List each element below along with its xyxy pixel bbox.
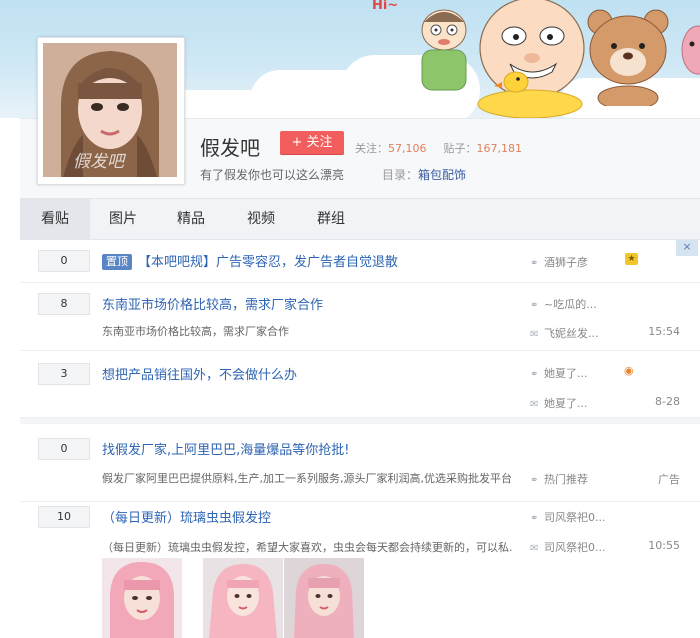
user-icon: ⚭ [530, 258, 539, 269]
last-reply-time: 15:54 [648, 325, 680, 338]
thread-row[interactable]: 0 置顶 【本吧吧规】广告零容忍，发广告者自觉退散 ⚭ 酒狮子彦 ★ [20, 239, 700, 283]
reply-count: 0 [38, 438, 90, 460]
reply-icon: ✉ [530, 543, 539, 554]
thread-author[interactable]: ⚭ 司风祭祀0... [530, 509, 606, 525]
forum-slogan: 有了假发你也可以这么漂亮 [200, 168, 345, 182]
tab-images[interactable]: 图片 [90, 199, 156, 239]
thread-title[interactable]: 想把产品销往国外，不会做什么办 [102, 364, 297, 383]
catalog-link[interactable]: 箱包配饰 [418, 168, 466, 182]
reply-count: 8 [38, 293, 90, 315]
follow-count-label: 关注： [355, 142, 388, 155]
forum-nav-tabs: 看贴 图片 精品 视频 群组 [20, 198, 700, 240]
last-reply-time: 10:55 [648, 539, 680, 552]
author-name: 酒狮子彦 [544, 256, 588, 269]
reply-icon: ✉ [530, 399, 539, 410]
last-replier[interactable]: ✉ 她夏了... [530, 395, 588, 411]
thread-row[interactable]: 8 东南亚市场价格比较高，需求厂家合作 东南亚市场价格比较高，需求厂家合作 ⚭ ~… [20, 283, 700, 351]
forum-catalog: 目录：箱包配饰 [382, 166, 466, 183]
thread-row[interactable]: 3 想把产品销往国外，不会做什么办 ⚭ 她夏了... ◉ ✉ 她夏了... 8-28 [20, 351, 700, 418]
reply-count: 3 [38, 363, 90, 385]
thread-row-ad[interactable]: 0 找假发厂家,上阿里巴巴,海量爆品等你抢批! 假发厂家阿里巴巴提供原料,生产,… [20, 418, 700, 502]
user-icon: ⚭ [530, 369, 539, 380]
reply-icon: ✉ [530, 329, 539, 340]
thread-title[interactable]: 找假发厂家,上阿里巴巴,海量爆品等你抢批! [102, 439, 349, 458]
thread-abstract: （每日更新）琉璃虫虫假发控，希望大家喜欢，虫虫会每天都会持续更新的，可以私... [102, 541, 512, 554]
user-icon: ⚭ [530, 475, 539, 486]
follow-button[interactable]: + 关注 [280, 131, 344, 155]
pinned-badge: 置顶 [102, 254, 132, 270]
user-icon: ⚭ [530, 300, 539, 311]
grade-icon: ★ [625, 253, 638, 265]
pink-wig-photo [102, 558, 182, 638]
tab-groups[interactable]: 群组 [296, 199, 366, 239]
tab-featured[interactable]: 精品 [156, 199, 226, 239]
tab-videos[interactable]: 视频 [226, 199, 296, 239]
posts-count-label: 贴子： [443, 142, 477, 155]
posts-count: 167,181 [476, 142, 523, 155]
thread-abstract: 假发厂家阿里巴巴提供原料,生产,加工一系列服务,源头厂家利润高,优选采购批发平台… [102, 472, 512, 485]
thread-author[interactable]: ⚭ 热门推荐 [530, 471, 588, 487]
cartoon-boy-illustration [421, 9, 467, 91]
cartoon-partial-illustration [681, 25, 700, 75]
thread-author[interactable]: ⚭ 她夏了... [530, 365, 588, 381]
pink-wig-photo [284, 558, 364, 638]
tab-posts[interactable]: 看贴 [20, 199, 90, 239]
emoji-icon: ◉ [624, 364, 634, 377]
thread-image-thumbnail[interactable] [203, 558, 283, 638]
last-replier[interactable]: ✉ 司风祭祀0... [530, 539, 606, 555]
thread-title[interactable]: 东南亚市场价格比较高，需求厂家合作 [102, 294, 323, 313]
pink-wig-photo [203, 558, 283, 638]
catalog-label: 目录： [382, 168, 419, 182]
thread-image-thumbnail[interactable] [102, 558, 182, 638]
replier-name: 飞妮丝发... [544, 327, 599, 340]
banner-greeting: Hi~ [372, 0, 399, 13]
forum-title: 假发吧 [200, 136, 260, 160]
last-replier[interactable]: ✉ 飞妮丝发... [530, 325, 599, 341]
last-reply-time: 8-28 [655, 395, 680, 408]
thread-title-text: 【本吧吧规】广告零容忍，发广告者自觉退散 [138, 255, 399, 270]
avatar-watermark: 假发吧 [73, 152, 124, 172]
author-name: 司风祭祀0... [544, 511, 606, 524]
forum-stats: 关注：57,106 贴子：167,181 [355, 140, 522, 156]
thread-abstract: 东南亚市场价格比较高，需求厂家合作 [102, 325, 289, 338]
author-name: ~吃瓜的... [544, 298, 597, 311]
thread-author[interactable]: ⚭ 酒狮子彦 [530, 254, 588, 270]
thread-title[interactable]: （每日更新）琉璃虫虫假发控 [102, 507, 271, 526]
reply-count: 0 [38, 250, 90, 272]
thread-author[interactable]: ⚭ ~吃瓜的... [530, 296, 597, 312]
reply-count: 10 [38, 506, 90, 528]
thread-title[interactable]: 置顶 【本吧吧规】广告零容忍，发广告者自觉退散 [102, 251, 398, 270]
author-name: 她夏了... [544, 367, 588, 380]
forum-avatar-image: 假发吧 [43, 43, 177, 177]
ad-label: 广告 [658, 473, 680, 486]
cartoon-bear-illustration [587, 9, 669, 106]
thread-image-thumbnail[interactable] [284, 558, 364, 638]
thread-row[interactable]: 10 （每日更新）琉璃虫虫假发控 （每日更新）琉璃虫虫假发控，希望大家喜欢，虫虫… [20, 496, 700, 638]
author-name: 热门推荐 [544, 473, 588, 486]
replier-name: 司风祭祀0... [544, 541, 606, 554]
cartoon-bald-man-illustration [477, 0, 585, 118]
replier-name: 她夏了... [544, 397, 588, 410]
follow-count: 57,106 [388, 142, 427, 155]
forum-avatar[interactable]: 假发吧 [37, 37, 185, 185]
user-icon: ⚭ [530, 513, 539, 524]
